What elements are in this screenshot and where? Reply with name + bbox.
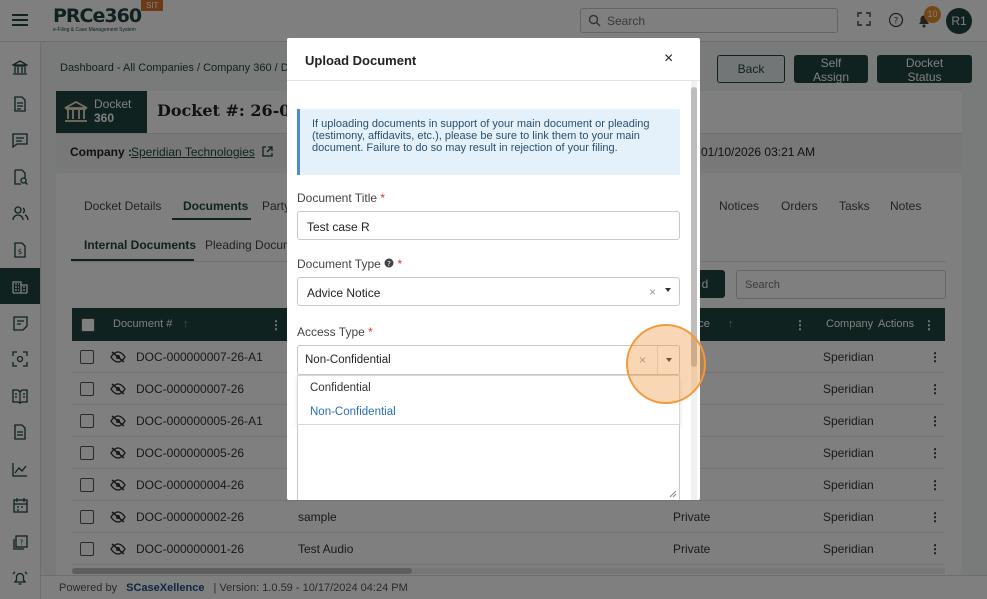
document-title-label: Document Title * bbox=[297, 191, 385, 205]
document-type-value: Advice Notice bbox=[307, 286, 381, 300]
document-type-label-text: Document Type bbox=[297, 257, 381, 271]
click-highlight-marker bbox=[626, 324, 706, 404]
document-title-field[interactable]: Test case R bbox=[297, 211, 680, 240]
access-type-dropdown: Confidential Non-Confidential bbox=[297, 375, 680, 425]
access-type-label: Access Type * bbox=[297, 325, 373, 339]
help-circle-icon[interactable]: ? bbox=[384, 258, 394, 268]
chevron-down-icon[interactable] bbox=[665, 288, 671, 292]
upload-document-modal: Upload Document × If uploading documents… bbox=[287, 38, 700, 500]
clear-icon[interactable]: × bbox=[649, 285, 656, 299]
close-icon[interactable]: × bbox=[664, 50, 673, 68]
access-type-value: Non-Confidential bbox=[305, 354, 391, 366]
access-type-label-text: Access Type bbox=[297, 325, 365, 339]
document-type-label: Document Type ? * bbox=[297, 257, 402, 271]
document-title-label-text: Document Title bbox=[297, 191, 378, 205]
document-title-value: Test case R bbox=[307, 220, 370, 234]
modal-header: Upload Document × bbox=[287, 38, 700, 81]
modal-title: Upload Document bbox=[305, 53, 417, 68]
option-confidential[interactable]: Confidential bbox=[310, 382, 371, 394]
required-mark: * bbox=[368, 325, 373, 339]
required-mark: * bbox=[380, 191, 386, 205]
required-mark: * bbox=[397, 257, 403, 271]
access-type-select[interactable]: Non-Confidential × bbox=[297, 345, 680, 375]
document-type-select[interactable]: Advice Notice × bbox=[297, 277, 680, 306]
resize-handle-icon[interactable] bbox=[669, 490, 677, 498]
svg-text:?: ? bbox=[387, 260, 391, 268]
option-non-confidential[interactable]: Non-Confidential bbox=[310, 406, 396, 418]
description-textarea[interactable] bbox=[297, 425, 680, 500]
info-alert: If uploading documents in support of you… bbox=[297, 109, 680, 175]
modal-scrollbar-thumb[interactable] bbox=[691, 87, 697, 367]
modal-scrollbar[interactable] bbox=[691, 81, 697, 500]
